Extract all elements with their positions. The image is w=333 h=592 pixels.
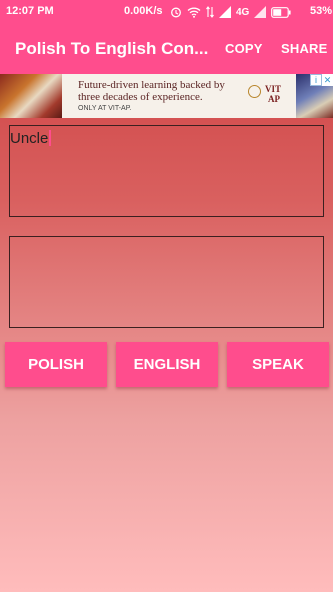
english-button[interactable]: ENGLISH xyxy=(116,342,218,387)
input-text: Uncle xyxy=(10,130,52,147)
copy-button[interactable]: COPY xyxy=(225,41,263,56)
signal-icon xyxy=(219,6,231,18)
ad-text-line2: three decades of experience. xyxy=(78,91,203,103)
ad-text-line3: ONLY AT VIT-AP. xyxy=(78,105,132,112)
battery-percent: 53% xyxy=(310,5,333,17)
signal-icon xyxy=(254,6,267,18)
network-type: 4G xyxy=(236,6,250,18)
app-title: Polish To English Con... xyxy=(15,39,209,58)
text-cursor xyxy=(49,130,52,146)
status-icons: 4G xyxy=(170,3,291,21)
status-bar: 12:07 PM 0.00K/s 4G 53% xyxy=(0,0,333,24)
output-text-box[interactable] xyxy=(9,236,324,328)
network-speed: 0.00K/s xyxy=(124,5,163,17)
polish-button[interactable]: POLISH xyxy=(5,342,107,387)
ad-logo-bottom: AP xyxy=(268,94,280,104)
ad-logo: VIT AP xyxy=(248,83,292,109)
ad-image xyxy=(0,74,62,118)
status-time: 12:07 PM xyxy=(6,5,54,17)
battery-icon xyxy=(271,6,291,18)
ad-logo-top: VIT xyxy=(265,84,282,94)
data-transfer-icon xyxy=(206,6,214,18)
ad-info-icon[interactable]: i xyxy=(310,74,322,86)
share-button[interactable]: SHARE xyxy=(281,41,328,56)
ad-banner[interactable]: Future-driven learning backed by three d… xyxy=(0,74,333,118)
alarm-icon xyxy=(171,7,181,18)
input-text-box[interactable]: Uncle xyxy=(9,125,324,217)
ad-text-line1: Future-driven learning backed by xyxy=(78,79,225,91)
speak-button[interactable]: SPEAK xyxy=(227,342,329,387)
wifi-icon xyxy=(187,7,201,18)
ad-close-icon[interactable]: ✕ xyxy=(322,74,333,86)
ad-seal-icon xyxy=(248,85,261,98)
app-bar: Polish To English Con... COPY SHARE xyxy=(0,24,333,74)
